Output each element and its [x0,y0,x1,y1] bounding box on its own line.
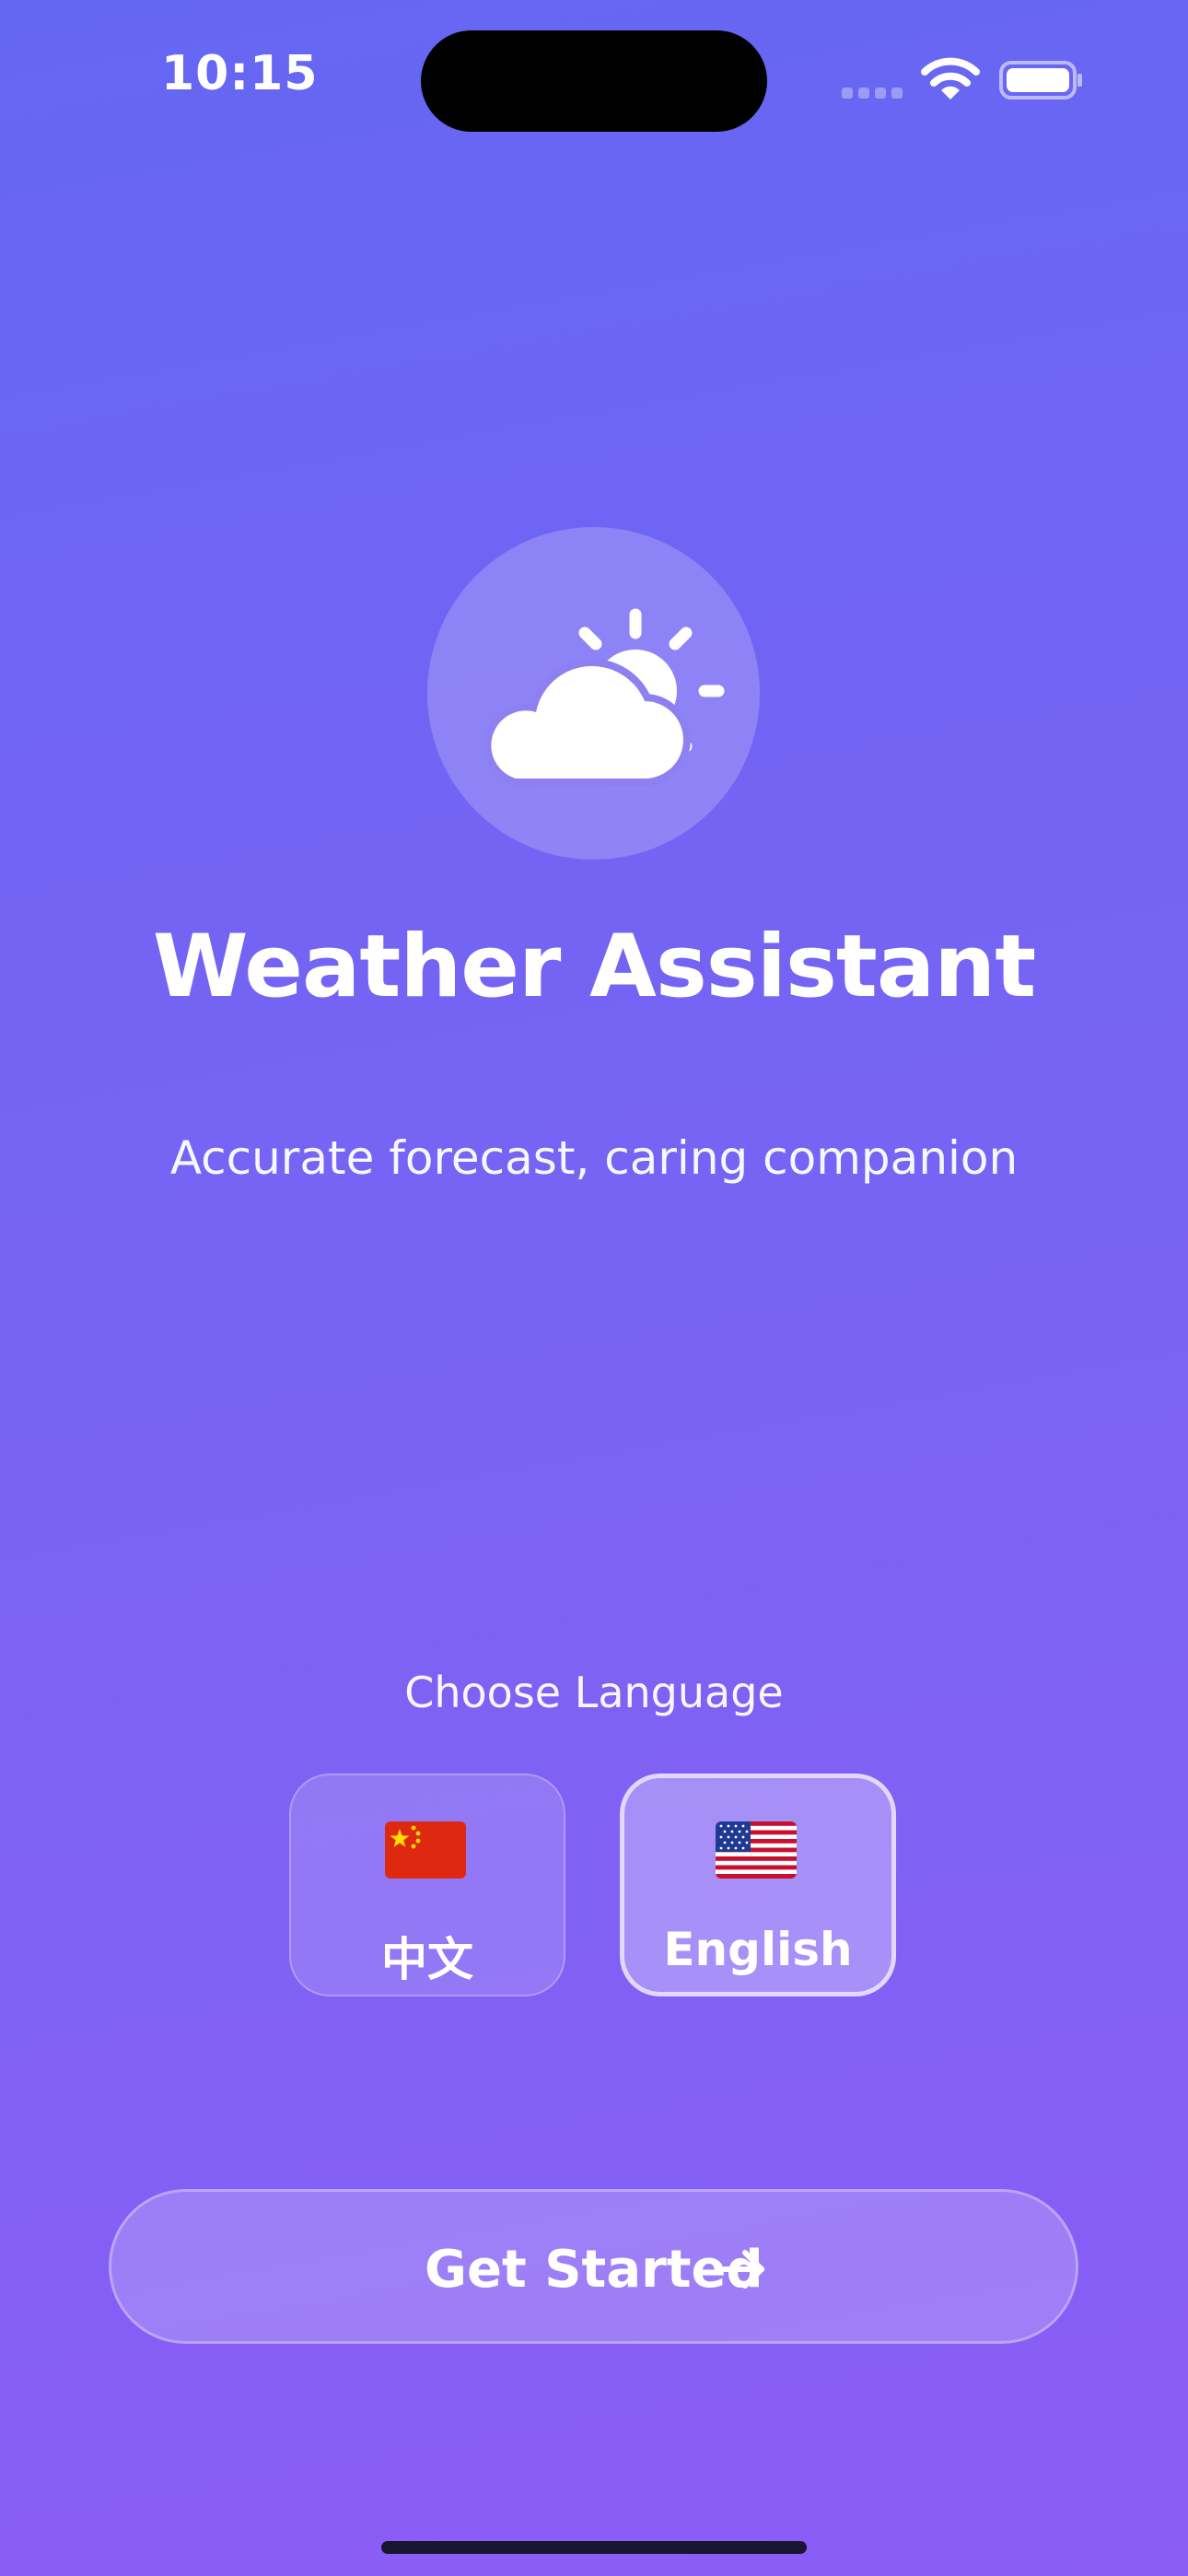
wifi-icon [921,57,980,100]
dynamic-island [421,30,767,132]
cellular-signal-icon [842,85,908,102]
arrow-right-icon [722,2250,764,2289]
partly-cloudy-icon [483,608,725,786]
battery-icon [999,61,1082,100]
language-option-label: 中文 [381,1933,473,1986]
status-time: 10:15 [161,46,319,101]
language-option-english[interactable]: English [620,1774,896,1996]
home-indicator[interactable] [381,2541,807,2554]
language-option-chinese[interactable]: 中文 [289,1774,565,1996]
choose-language-label: Choose Language [404,1668,784,1717]
us-flag-icon [716,1821,797,1879]
app-title: Weather Assistant [152,917,1036,1017]
get-started-label: Get Started [425,2240,763,2300]
language-option-label: English [663,1923,853,1976]
get-started-button[interactable]: Get Started [109,2189,1078,2344]
china-flag-icon [385,1821,466,1879]
app-subtitle: Accurate forecast, caring companion [169,1131,1019,1185]
